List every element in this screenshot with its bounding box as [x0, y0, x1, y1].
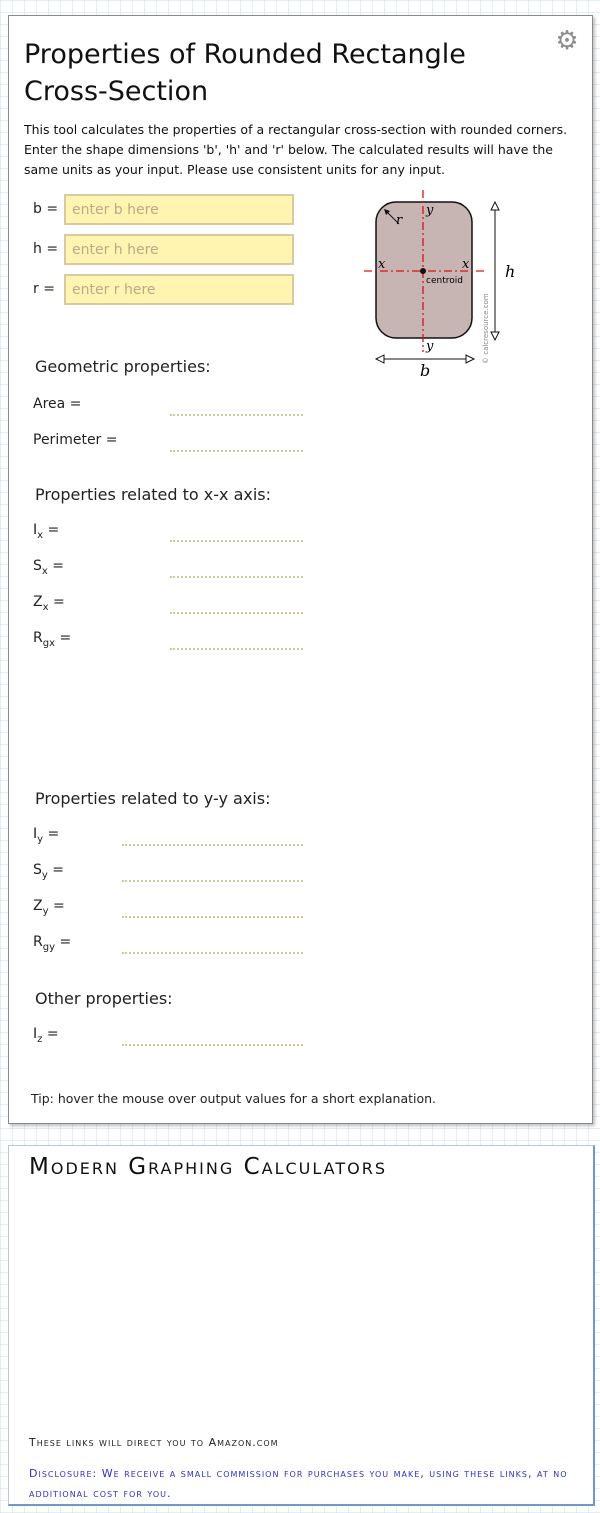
sy-label: Sy =	[33, 862, 64, 881]
centroid-label: centroid	[426, 276, 463, 286]
disclosure-text: Disclosure: We receive a small commissio…	[29, 1467, 568, 1500]
area-value	[170, 404, 303, 416]
amazon-links-note: These links will direct you to Amazon.co…	[29, 1436, 279, 1449]
r-input[interactable]	[64, 274, 294, 305]
x-label-right: x	[462, 257, 470, 272]
ix-value	[170, 530, 303, 542]
b-arrow-left	[374, 354, 385, 364]
tip-text: Tip: hover the mouse over output values …	[31, 1091, 437, 1106]
rgy-value	[122, 942, 303, 954]
h-arrow-bottom	[490, 331, 500, 342]
iy-row: Iy =	[33, 826, 303, 856]
iy-value	[122, 834, 303, 846]
radius-label: r	[396, 213, 403, 228]
area-label: Area =	[33, 396, 82, 412]
sy-value	[122, 870, 303, 882]
b-label: b	[420, 361, 430, 378]
calculator-card: Properties of Rounded Rectangle Cross-Se…	[8, 15, 593, 1124]
sx-value	[170, 566, 303, 578]
zy-row: Zy =	[33, 898, 303, 928]
iz-row: Iz =	[33, 1026, 303, 1056]
xx-heading: Properties related to x-x axis:	[35, 485, 272, 504]
input-label-r: r =	[33, 281, 55, 297]
zx-label: Zx =	[33, 594, 65, 613]
zx-value	[170, 602, 303, 614]
perimeter-value	[170, 440, 303, 452]
zx-row: Zx =	[33, 594, 303, 624]
rgx-label: Rgx =	[33, 630, 72, 649]
ix-row: Ix =	[33, 522, 303, 552]
ad-card: Modern Graphing Calculators These links …	[8, 1145, 595, 1506]
ad-heading: Modern Graphing Calculators	[29, 1154, 388, 1180]
sx-row: Sx =	[33, 558, 303, 588]
h-label: h	[505, 262, 515, 281]
y-label-bottom: y	[425, 339, 434, 354]
zy-value	[122, 906, 303, 918]
copyright-text: © calcresource.com	[482, 293, 490, 364]
rgy-label: Rgy =	[33, 934, 72, 953]
yy-heading: Properties related to y-y axis:	[35, 789, 271, 808]
cross-section-diagram: r y y x x centroid h b © calcresource.co…	[364, 190, 515, 378]
other-heading: Other properties:	[35, 989, 173, 1008]
area-row: Area =	[33, 396, 303, 426]
iz-value	[122, 1034, 303, 1046]
input-label-b: b =	[33, 201, 59, 217]
ix-label: Ix =	[33, 522, 60, 541]
perimeter-label: Perimeter =	[33, 432, 118, 448]
sy-row: Sy =	[33, 862, 303, 892]
y-label-top: y	[425, 203, 434, 218]
b-input[interactable]	[64, 194, 294, 225]
x-label-left: x	[378, 257, 386, 272]
perimeter-row: Perimeter =	[33, 432, 303, 462]
iz-label: Iz =	[33, 1026, 59, 1045]
sx-label: Sx =	[33, 558, 64, 577]
input-label-h: h =	[33, 241, 59, 257]
geometric-heading: Geometric properties:	[35, 357, 211, 376]
centroid-dot	[420, 268, 426, 274]
b-arrow-right	[465, 354, 476, 364]
rgx-value	[170, 638, 303, 650]
iy-label: Iy =	[33, 826, 60, 845]
rgy-row: Rgy =	[33, 934, 303, 964]
page-title: Properties of Rounded Rectangle Cross-Se…	[24, 39, 466, 107]
rgx-row: Rgx =	[33, 630, 303, 660]
intro-text: This tool calculates the properties of a…	[24, 122, 568, 177]
gear-icon[interactable]: ⚙	[554, 28, 580, 54]
h-input[interactable]	[64, 234, 294, 265]
h-arrow-top	[490, 200, 500, 211]
zy-label: Zy =	[33, 898, 65, 917]
